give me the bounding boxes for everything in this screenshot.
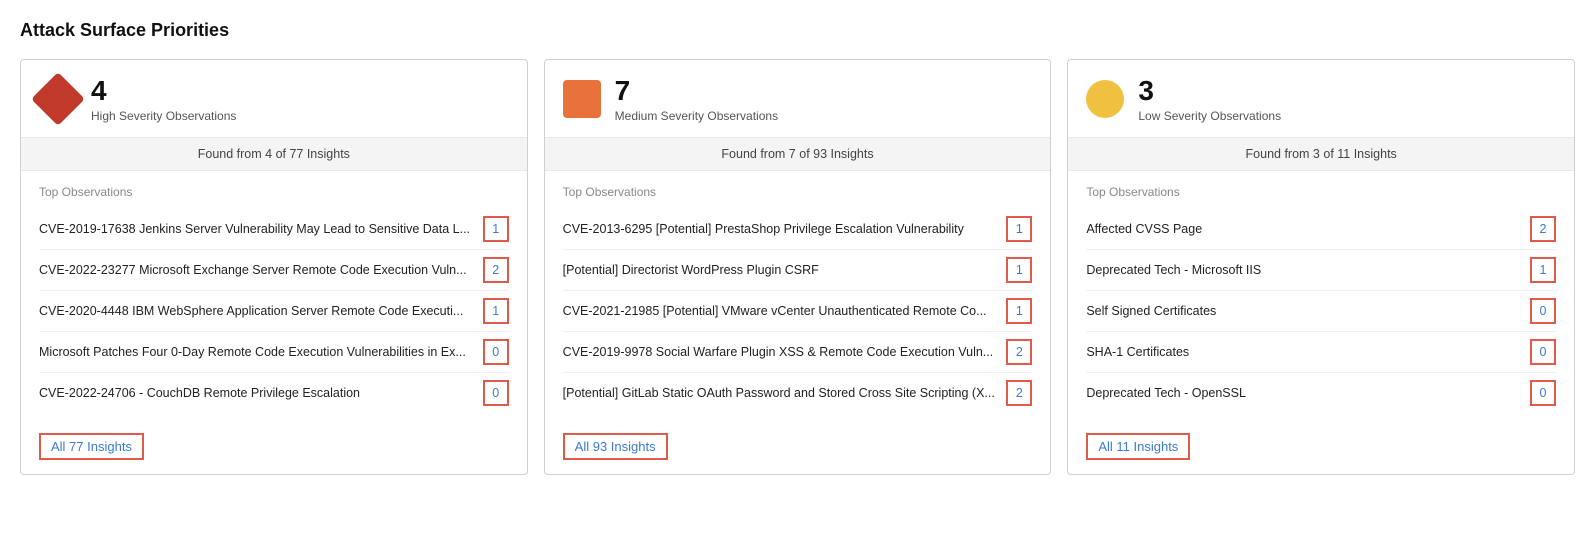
observation-count: 1 bbox=[1006, 216, 1032, 242]
medium-label: Medium Severity Observations bbox=[615, 109, 778, 123]
high-found-bar: Found from 4 of 77 Insights bbox=[21, 138, 527, 171]
observation-count: 0 bbox=[483, 380, 509, 406]
medium-observations-list: CVE-2013-6295 [Potential] PrestaShop Pri… bbox=[563, 209, 1033, 413]
observation-count: 1 bbox=[1006, 257, 1032, 283]
medium-section-label: Top Observations bbox=[563, 185, 1033, 199]
observation-name: CVE-2022-23277 Microsoft Exchange Server… bbox=[39, 263, 475, 277]
card-header-low: 3 Low Severity Observations bbox=[1068, 60, 1574, 138]
card-medium: 7 Medium Severity Observations Found from … bbox=[544, 59, 1052, 475]
high-count: 4 bbox=[91, 76, 236, 107]
high-observations-list: CVE-2019-17638 Jenkins Server Vulnerabil… bbox=[39, 209, 509, 413]
low-observations-list: Affected CVSS Page 2 Deprecated Tech - Mic… bbox=[1086, 209, 1556, 413]
low-section-label: Top Observations bbox=[1086, 185, 1556, 199]
cards-container: 4 High Severity Observations Found from 4 … bbox=[20, 59, 1575, 475]
observation-name: CVE-2019-9978 Social Warfare Plugin XSS … bbox=[563, 345, 999, 359]
low-insights-link[interactable]: All 11 Insights bbox=[1086, 433, 1190, 460]
list-item: CVE-2021-21985 [Potential] VMware vCente… bbox=[563, 291, 1033, 332]
observation-name: [Potential] Directorist WordPress Plugin… bbox=[563, 263, 999, 277]
observation-count: 2 bbox=[1006, 339, 1032, 365]
list-item: [Potential] GitLab Static OAuth Password… bbox=[563, 373, 1033, 413]
card-header-medium: 7 Medium Severity Observations bbox=[545, 60, 1051, 138]
page-title: Attack Surface Priorities bbox=[20, 20, 1575, 41]
observation-count: 1 bbox=[1530, 257, 1556, 283]
observation-count: 2 bbox=[483, 257, 509, 283]
observation-count: 2 bbox=[1006, 380, 1032, 406]
observation-count: 1 bbox=[483, 216, 509, 242]
observation-name: CVE-2020-4448 IBM WebSphere Application … bbox=[39, 304, 475, 318]
list-item: CVE-2022-24706 - CouchDB Remote Privileg… bbox=[39, 373, 509, 413]
list-item: CVE-2013-6295 [Potential] PrestaShop Pri… bbox=[563, 209, 1033, 250]
observation-name: Deprecated Tech - OpenSSL bbox=[1086, 386, 1522, 400]
list-item: Self Signed Certificates 0 bbox=[1086, 291, 1556, 332]
low-count: 3 bbox=[1138, 76, 1281, 107]
observation-count: 2 bbox=[1530, 216, 1556, 242]
list-item: CVE-2019-9978 Social Warfare Plugin XSS … bbox=[563, 332, 1033, 373]
medium-found-bar: Found from 7 of 93 Insights bbox=[545, 138, 1051, 171]
list-item: CVE-2020-4448 IBM WebSphere Application … bbox=[39, 291, 509, 332]
observation-name: [Potential] GitLab Static OAuth Password… bbox=[563, 386, 999, 400]
observation-name: CVE-2022-24706 - CouchDB Remote Privileg… bbox=[39, 386, 475, 400]
high-severity-icon bbox=[31, 73, 85, 127]
card-high: 4 High Severity Observations Found from 4 … bbox=[20, 59, 528, 475]
observation-name: CVE-2013-6295 [Potential] PrestaShop Pri… bbox=[563, 222, 999, 236]
list-item: [Potential] Directorist WordPress Plugin… bbox=[563, 250, 1033, 291]
medium-insights-link[interactable]: All 93 Insights bbox=[563, 433, 668, 460]
high-insights-link[interactable]: All 77 Insights bbox=[39, 433, 144, 460]
card-low: 3 Low Severity Observations Found from 3 o… bbox=[1067, 59, 1575, 475]
observation-count: 0 bbox=[1530, 339, 1556, 365]
list-item: Microsoft Patches Four 0-Day Remote Code… bbox=[39, 332, 509, 373]
observation-count: 1 bbox=[1006, 298, 1032, 324]
observation-name: Affected CVSS Page bbox=[1086, 222, 1522, 236]
card-header-high: 4 High Severity Observations bbox=[21, 60, 527, 138]
list-item: Affected CVSS Page 2 bbox=[1086, 209, 1556, 250]
observation-name: Deprecated Tech - Microsoft IIS bbox=[1086, 263, 1522, 277]
observation-count: 0 bbox=[1530, 298, 1556, 324]
observation-name: Microsoft Patches Four 0-Day Remote Code… bbox=[39, 345, 475, 359]
medium-severity-icon bbox=[563, 80, 601, 118]
observation-name: SHA-1 Certificates bbox=[1086, 345, 1522, 359]
medium-count: 7 bbox=[615, 76, 778, 107]
list-item: CVE-2019-17638 Jenkins Server Vulnerabil… bbox=[39, 209, 509, 250]
list-item: SHA-1 Certificates 0 bbox=[1086, 332, 1556, 373]
list-item: Deprecated Tech - OpenSSL 0 bbox=[1086, 373, 1556, 413]
observation-name: CVE-2019-17638 Jenkins Server Vulnerabil… bbox=[39, 222, 475, 236]
high-section-label: Top Observations bbox=[39, 185, 509, 199]
observation-count: 0 bbox=[1530, 380, 1556, 406]
list-item: CVE-2022-23277 Microsoft Exchange Server… bbox=[39, 250, 509, 291]
observation-count: 0 bbox=[483, 339, 509, 365]
list-item: Deprecated Tech - Microsoft IIS 1 bbox=[1086, 250, 1556, 291]
high-label: High Severity Observations bbox=[91, 109, 236, 123]
low-found-bar: Found from 3 of 11 Insights bbox=[1068, 138, 1574, 171]
observation-count: 1 bbox=[483, 298, 509, 324]
observation-name: Self Signed Certificates bbox=[1086, 304, 1522, 318]
observation-name: CVE-2021-21985 [Potential] VMware vCente… bbox=[563, 304, 999, 318]
low-severity-icon bbox=[1086, 80, 1124, 118]
low-label: Low Severity Observations bbox=[1138, 109, 1281, 123]
